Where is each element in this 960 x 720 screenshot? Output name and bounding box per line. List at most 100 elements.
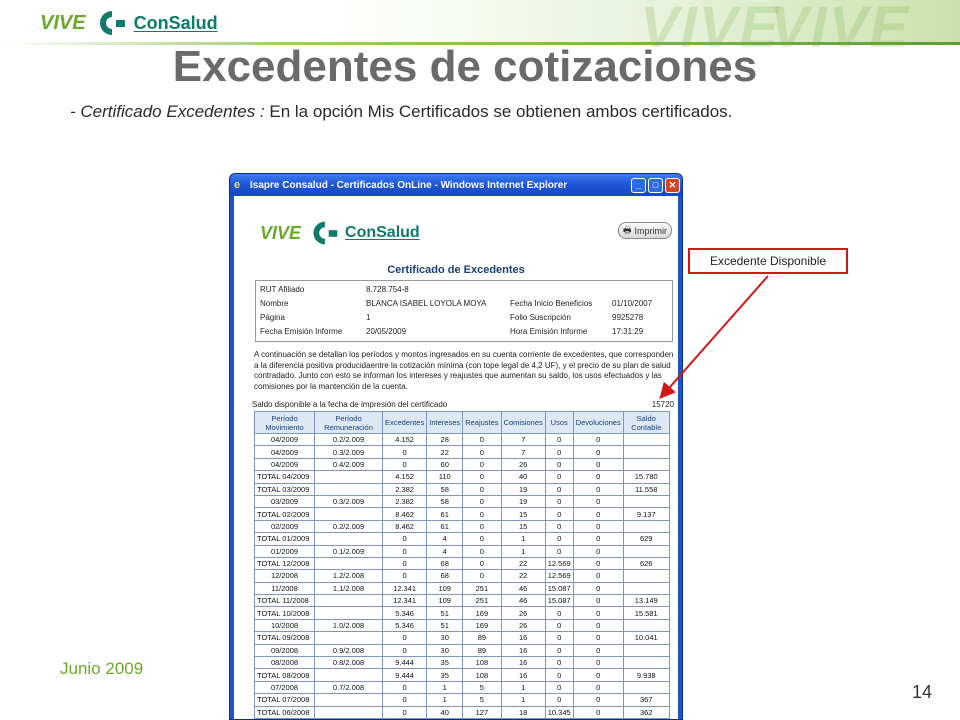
saldo-value: 15720	[651, 400, 674, 409]
table-cell	[622, 581, 670, 596]
col-reajustes: Reajustes	[462, 411, 502, 434]
table-cell: 0	[381, 680, 428, 695]
table-cell: 61	[426, 519, 464, 534]
table-cell: 2.382	[381, 494, 428, 509]
table-cell: 169	[462, 606, 502, 620]
table-cell: 0	[544, 470, 574, 484]
table-cell: 0	[572, 494, 624, 509]
table-header-row: Período Movimiento Período Remuneración …	[254, 411, 670, 434]
table-cell: 22	[500, 569, 546, 583]
table-cell: 15.581	[622, 606, 670, 620]
table-cell: 26	[500, 618, 546, 633]
table-cell: 9.444	[381, 656, 428, 670]
table-cell: 0	[381, 631, 428, 645]
table-row: 11/2008 1.1/2.008 12.341 109 251 46 15.087 0	[254, 581, 670, 596]
table-cell: 0.9/2.008	[314, 643, 383, 658]
table-cell: 26	[500, 606, 546, 620]
table-cell: 1.1/2.008	[314, 581, 383, 596]
table-cell: 0	[572, 631, 624, 645]
minimize-icon[interactable]: _	[631, 177, 646, 193]
table-row: 04/2009 0.4/2.009 0 60 0 26 0 0	[254, 457, 670, 472]
table-cell: 12.569	[544, 556, 574, 571]
table-cell: 0	[572, 519, 624, 534]
table-cell: 5	[462, 680, 502, 695]
table-cell: 0	[544, 693, 574, 707]
table-cell: 0.8/2.008	[314, 656, 383, 670]
certificate-title: Certificado de Excedentes	[387, 264, 525, 276]
table-cell: 1.2/2.008	[314, 569, 383, 583]
table-cell: 109	[426, 581, 464, 596]
table-cell: 110	[426, 470, 464, 484]
fecha-inicio-value: 01/10/2007	[612, 299, 653, 308]
fecha-inicio-label: Fecha Inicio Beneficios	[510, 299, 593, 308]
table-cell: 4.152	[381, 432, 428, 447]
print-button[interactable]: 🖶 Imprimir	[618, 222, 672, 239]
table-row: 07/2008 0.7/2.008 0 1 5 1 0 0	[254, 680, 670, 695]
table-cell: 30	[426, 631, 464, 645]
table-cell: 9.938	[622, 668, 670, 682]
table-cell: 0	[572, 668, 624, 682]
col-comisiones: Comisiones	[500, 411, 546, 434]
table-cell: 0	[381, 457, 428, 472]
table-cell: 0	[544, 643, 574, 658]
table-row: TOTAL 03/2009 2.382 58 0 19 0 0 11.558	[254, 482, 670, 496]
table-row: TOTAL 02/2009 8.462 61 0 15 0 0 9.137	[254, 507, 670, 521]
table-cell: 15.087	[544, 594, 574, 608]
intro-rest: En la opción Mis Certificados se obtiene…	[269, 102, 733, 121]
table-cell: 8.462	[381, 519, 428, 534]
table-cell: 0	[572, 656, 624, 670]
page-number: 14	[912, 682, 933, 702]
table-cell: TOTAL 07/2008	[254, 693, 315, 707]
folio-label: Folio Suscripción	[510, 313, 571, 322]
table-cell	[622, 643, 670, 658]
table-cell: 12/2008	[254, 569, 315, 583]
table-cell: 0.1/2.009	[314, 544, 383, 558]
table-cell	[622, 445, 670, 459]
table-cell: 0	[544, 618, 574, 633]
table-cell: 58	[426, 482, 464, 496]
table-cell: 251	[462, 581, 502, 596]
table-cell: TOTAL 10/2008	[254, 606, 315, 620]
logo-consalud-text: ConSalud	[133, 12, 218, 33]
table-cell: 15.087	[544, 581, 574, 596]
consalud-logo: VIVE ConSalud	[40, 8, 218, 38]
table-cell: 1.0/2.008	[314, 618, 383, 633]
ie-icon: e	[234, 179, 241, 191]
table-row: 03/2009 0.3/2.009 2.382 58 0 19 0 0	[254, 494, 670, 509]
table-cell: 68	[426, 569, 464, 583]
table-cell: 2.382	[381, 482, 428, 496]
table-cell: 16	[500, 643, 546, 658]
table-cell: TOTAL 02/2009	[254, 507, 315, 521]
table-row: TOTAL 11/2008 12.341 109 251 46 15.087 0 13.149	[254, 594, 670, 608]
table-cell: 35	[426, 656, 464, 670]
close-icon[interactable]: ✕	[665, 177, 680, 193]
col-intereses: Intereses	[426, 411, 464, 434]
window-titlebar[interactable]: e Isapre Consalud - Certificados OnLine …	[230, 174, 682, 196]
table-cell	[314, 556, 383, 571]
table-cell: 0	[462, 470, 502, 484]
explanation-paragraph: A continuación se detallan los períodos …	[254, 350, 674, 391]
table-cell: 4	[426, 544, 464, 558]
table-cell	[314, 532, 383, 546]
maximize-icon[interactable]: □	[648, 177, 663, 193]
table-row: TOTAL 07/2008 0 1 5 1 0 0 367	[254, 693, 670, 707]
table-cell: 0	[572, 618, 624, 633]
fecha-emision-value: 20/05/2009	[366, 327, 407, 336]
table-cell: 51	[426, 606, 464, 620]
table-cell	[314, 507, 383, 521]
table-cell: 15	[500, 519, 546, 534]
logo-consalud-text: ConSalud	[345, 224, 420, 241]
table-cell: 0.3/2.009	[314, 494, 383, 509]
table-cell: 9.137	[622, 507, 670, 521]
table-cell: 46	[500, 581, 546, 596]
table-cell: 127	[462, 705, 502, 719]
table-row: TOTAL 10/2008 5.346 51 169 26 0 0 15.581	[254, 606, 670, 620]
table-cell: 0	[462, 457, 502, 472]
col-periodo-remuneracion: Período Remuneración	[314, 411, 383, 434]
table-cell	[622, 519, 670, 534]
table-row: TOTAL 08/2008 9.444 35 108 16 0 0 9.938	[254, 668, 670, 682]
table-cell: 0	[381, 445, 428, 459]
footer-date: Junio 2009	[60, 659, 144, 678]
table-cell: 11/2008	[254, 581, 315, 596]
saldo-label: Saldo disponible a la fecha de impresión…	[252, 400, 448, 409]
